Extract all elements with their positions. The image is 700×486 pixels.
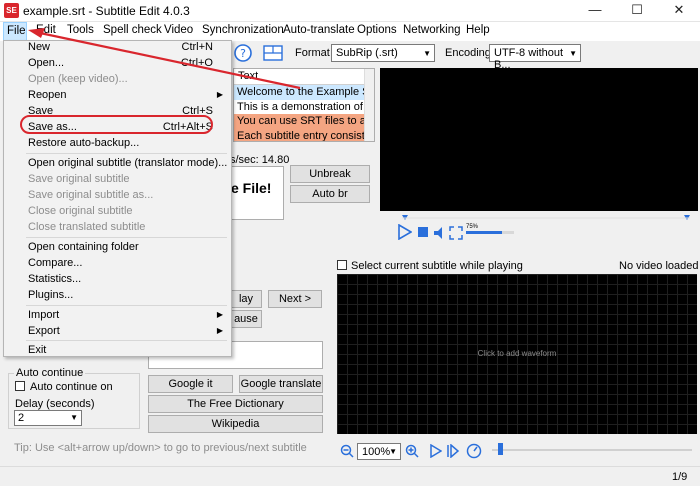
save-as-highlight	[20, 115, 213, 134]
annotation-arrow-line	[39, 31, 301, 90]
annotation-overlay	[20, 28, 301, 134]
annotation-arrow-head	[28, 28, 45, 38]
